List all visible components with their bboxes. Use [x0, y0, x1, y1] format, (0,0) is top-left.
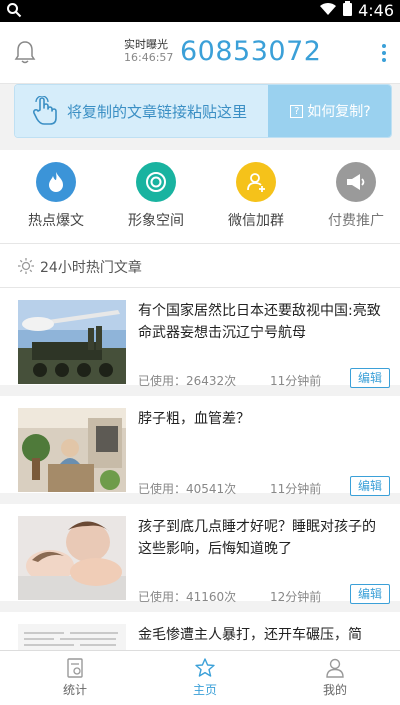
article-title[interactable]: 金毛惨遭主人暴打，还开车碾压，简 — [138, 624, 388, 646]
article-time: 11分钟前 — [270, 482, 322, 496]
nav-label: 统计 — [62, 683, 87, 697]
quick-nav-paid-promotion[interactable]: 付费推广 — [306, 162, 400, 230]
star-icon — [155, 657, 255, 679]
paste-link-input[interactable]: 将复制的文章链接粘贴这里 — [15, 85, 268, 137]
article-thumbnail — [18, 408, 126, 492]
edit-button[interactable]: 编辑 — [350, 368, 390, 388]
more-menu-icon[interactable] — [382, 44, 386, 65]
section-heading: 24小时热门文章 — [0, 244, 400, 288]
how-to-copy-label: 如何复制? — [307, 104, 371, 120]
article-usage: 已使用：41160次 — [138, 590, 237, 604]
tap-hand-icon — [31, 95, 59, 130]
nav-profile[interactable]: 我的 — [285, 657, 385, 698]
article-item[interactable]: 孩子到底几点睡才好呢？睡眠对孩子的这些影响，后悔知道晚了 已使用：41160次 … — [0, 504, 400, 609]
wifi-icon — [319, 1, 337, 20]
flame-icon — [36, 162, 76, 202]
exposure-time: 16:46:57 — [124, 51, 174, 64]
app-header: 实时曝光 16:46:57 60853072 — [0, 22, 400, 84]
nav-stats[interactable]: 统计 — [25, 657, 125, 698]
status-bar: 4:46 — [0, 0, 400, 22]
article-item[interactable]: 有个国家居然比日本还要敌视中国:亮致命武器妄想击沉辽宁号航母 已使用：26432… — [0, 288, 400, 393]
bell-icon[interactable] — [14, 40, 36, 68]
battery-icon — [343, 1, 353, 20]
article-title[interactable]: 孩子到底几点睡才好呢？睡眠对孩子的这些影响，后悔知道晚了 — [138, 516, 388, 560]
article-usage: 已使用：26432次 — [138, 374, 237, 388]
help-icon: ? — [290, 104, 304, 118]
add-user-icon — [236, 162, 276, 202]
nav-home[interactable]: 主页 — [155, 657, 255, 698]
edit-button[interactable]: 编辑 — [350, 584, 390, 604]
nav-label: 主页 — [192, 683, 217, 697]
section-title: 24小时热门文章 — [40, 260, 142, 276]
paste-instruction: 将复制的文章链接粘贴这里 — [67, 103, 248, 121]
chat-bubble-icon — [136, 162, 176, 202]
quick-nav-label: 形象空间 — [128, 213, 184, 229]
quick-nav-hot-articles[interactable]: 热点爆文 — [6, 162, 106, 230]
article-thumbnail — [18, 300, 126, 384]
nav-label: 我的 — [322, 683, 347, 697]
how-to-copy-button[interactable]: ? 如何复制? — [268, 85, 391, 137]
article-time: 11分钟前 — [270, 374, 322, 388]
article-title[interactable]: 脖子粗，血管差？ — [138, 408, 388, 430]
quick-nav-image-space[interactable]: 形象空间 — [106, 162, 206, 230]
edit-button[interactable]: 编辑 — [350, 476, 390, 496]
search-icon[interactable] — [6, 2, 22, 22]
clock: 4:46 — [358, 1, 394, 20]
article-item[interactable]: 脖子粗，血管差？ 已使用：40541次 11分钟前 编辑 — [0, 396, 400, 501]
quick-nav: 热点爆文 形象空间 微信加群 付费推广 — [0, 150, 400, 244]
quick-nav-label: 付费推广 — [328, 213, 384, 229]
article-time: 12分钟前 — [270, 590, 322, 604]
paste-link-bar: 将复制的文章链接粘贴这里 ? 如何复制? — [14, 84, 392, 138]
quick-nav-label: 微信加群 — [228, 213, 284, 229]
sun-icon — [17, 257, 35, 279]
article-usage: 已使用：40541次 — [138, 482, 237, 496]
quick-nav-wechat-group[interactable]: 微信加群 — [206, 162, 306, 230]
exposure-label: 实时曝光 — [124, 38, 168, 51]
user-icon — [285, 657, 385, 679]
quick-nav-label: 热点爆文 — [28, 213, 84, 229]
stats-icon — [25, 657, 125, 679]
article-thumbnail — [18, 516, 126, 600]
exposure-count: 60853072 — [180, 36, 322, 67]
exposure-info: 实时曝光 16:46:57 — [124, 38, 173, 64]
megaphone-icon — [336, 162, 376, 202]
article-title[interactable]: 有个国家居然比日本还要敌视中国:亮致命武器妄想击沉辽宁号航母 — [138, 300, 388, 344]
bottom-nav: 统计 主页 我的 — [0, 650, 400, 705]
